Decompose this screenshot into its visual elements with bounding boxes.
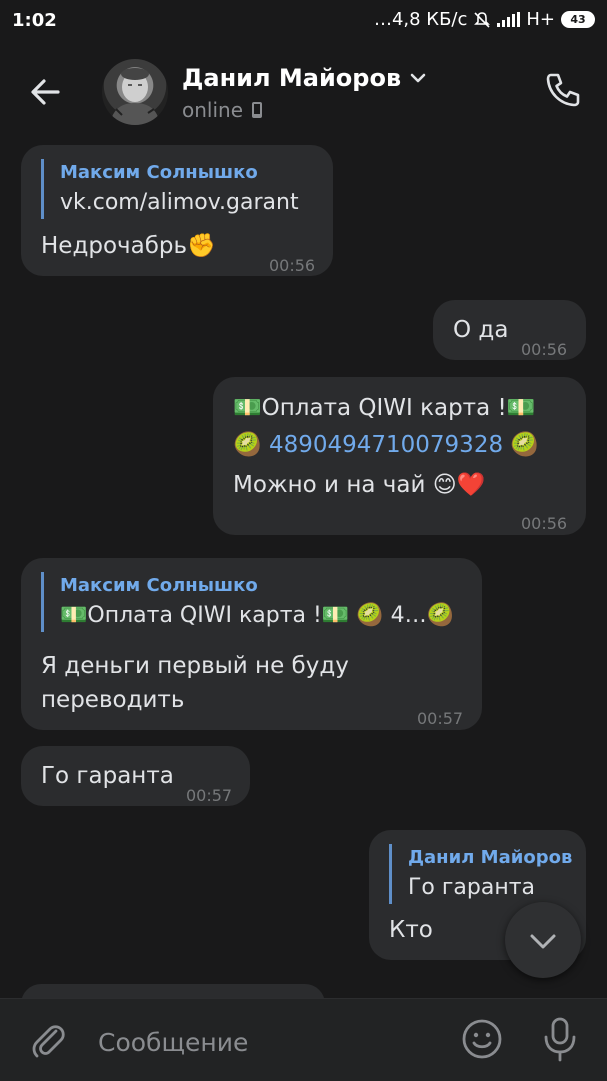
contact-status: online xyxy=(182,98,244,122)
battery-level: 43 xyxy=(570,13,586,26)
reply-author: Данил Майоров xyxy=(408,847,573,868)
mute-bell-icon xyxy=(474,11,491,28)
kiwi-emoji-prefix: 🥝 xyxy=(233,432,269,458)
reply-text: Го гаранта xyxy=(408,875,536,900)
message-text: О да xyxy=(453,317,509,343)
message-bubble-incoming[interactable]: Максим Солнышко vk.com/alimov.garant Нед… xyxy=(21,145,333,276)
message-time: 00:57 xyxy=(186,786,233,805)
chat-header: Данил Майоров online xyxy=(0,42,607,138)
message-text: Го гаранта xyxy=(41,763,174,789)
scroll-to-bottom-button[interactable] xyxy=(505,902,581,978)
chevron-down-icon[interactable] xyxy=(409,72,427,84)
message-line-2: 🥝 4890494710079328 🥝 xyxy=(233,428,539,462)
reply-quote[interactable]: Данил Майоров Го гаранта xyxy=(389,844,572,904)
contact-status-row: online xyxy=(182,98,263,122)
signal-icon xyxy=(497,12,521,27)
network-speed: …4,8 КБ/с xyxy=(373,9,468,30)
message-line-2: переводить xyxy=(41,687,185,713)
reply-quote[interactable]: Максим Солнышко 💵Оплата QIWI карта !💵 🥝 … xyxy=(41,572,460,632)
message-time: 00:56 xyxy=(521,514,568,533)
card-number-link[interactable]: 4890494710079328 xyxy=(269,432,503,458)
message-bubble-incoming[interactable]: Го гаранта 00:57 xyxy=(21,746,250,806)
message-bubble-outgoing[interactable]: О да 00:56 xyxy=(433,300,586,360)
message-line-3: Можно и на чай 😊❤️ xyxy=(233,472,486,498)
contact-name-row[interactable]: Данил Майоров xyxy=(182,64,427,92)
message-time: 00:57 xyxy=(417,709,464,728)
kiwi-emoji-suffix: 🥝 xyxy=(503,432,540,458)
message-input[interactable] xyxy=(96,1023,430,1061)
reply-text: vk.com/alimov.garant xyxy=(60,190,299,215)
status-right: …4,8 КБ/с H+ 43 xyxy=(374,9,595,30)
microphone-icon[interactable] xyxy=(538,1015,582,1063)
avatar-photo xyxy=(110,68,160,125)
status-bar: 1:02 …4,8 КБ/с H+ 43 xyxy=(0,0,607,42)
contact-name: Данил Майоров xyxy=(182,64,402,92)
phone-icon[interactable] xyxy=(541,68,585,112)
message-composer xyxy=(0,998,607,1081)
message-time: 00:56 xyxy=(521,340,568,359)
message-text: Кто xyxy=(389,917,433,943)
paperclip-icon[interactable] xyxy=(26,1019,68,1061)
reply-author: Максим Солнышко xyxy=(60,162,258,183)
battery-icon: 43 xyxy=(561,11,595,28)
network-type: H+ xyxy=(526,9,555,30)
back-arrow-icon[interactable] xyxy=(24,70,68,114)
avatar[interactable] xyxy=(102,59,168,125)
smile-icon[interactable] xyxy=(460,1017,504,1061)
reply-text: 💵Оплата QIWI карта !💵 🥝 4…🥝 xyxy=(60,603,454,628)
reply-author: Максим Солнышко xyxy=(60,575,258,596)
mobile-device-icon xyxy=(252,102,263,118)
message-bubble-outgoing[interactable]: 💵Оплата QIWI карта !💵 🥝 4890494710079328… xyxy=(213,377,586,535)
chevron-down-icon xyxy=(530,934,556,949)
message-bubble-incoming[interactable]: Максим Солнышко 💵Оплата QIWI карта !💵 🥝 … xyxy=(21,558,482,730)
message-text: Недрочабрь✊ xyxy=(41,233,216,259)
reply-quote[interactable]: Максим Солнышко vk.com/alimov.garant xyxy=(41,159,299,219)
message-line-1: 💵Оплата QIWI карта !💵 xyxy=(233,395,536,421)
status-time: 1:02 xyxy=(12,10,57,31)
message-time: 00:56 xyxy=(269,256,316,275)
message-line-1: Я деньги первый не буду xyxy=(41,653,349,679)
